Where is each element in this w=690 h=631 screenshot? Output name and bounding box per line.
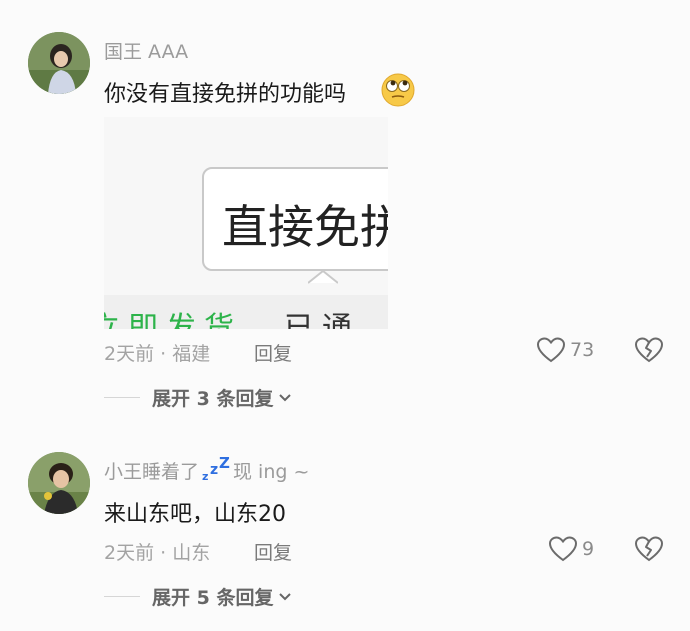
like-count: 73	[570, 339, 595, 361]
comment-text: 来山东吧，山东20	[104, 502, 286, 527]
like-button[interactable]: 9	[548, 535, 594, 563]
username-suffix: 现 ing ~	[233, 461, 310, 483]
broken-heart-icon	[634, 337, 664, 363]
expand-replies-label: 展开 3 条回复	[152, 388, 274, 410]
avatar[interactable]	[28, 32, 90, 94]
chevron-down-icon	[279, 592, 292, 600]
zzz-icon: z z Z	[202, 456, 230, 482]
expand-replies-button[interactable]: 展开 3 条回复	[104, 384, 293, 411]
comment-body: 你没有直接免拼的功能吗	[104, 82, 347, 107]
broken-heart-icon	[634, 536, 664, 562]
expand-replies-button[interactable]: 展开 5 条回复	[104, 583, 293, 610]
comment-time: 2天前	[104, 542, 155, 564]
divider	[104, 596, 140, 597]
image-main-text: 直接免拼	[222, 200, 388, 254]
meta-separator: ·	[160, 343, 167, 365]
dislike-button[interactable]	[634, 336, 664, 364]
reply-button[interactable]: 回复	[254, 538, 292, 565]
comment-meta: 2天前 · 福建	[104, 339, 210, 366]
username-text: 小王睡着了	[104, 461, 200, 483]
expand-replies-label: 展开 5 条回复	[152, 587, 274, 609]
meta-separator: ·	[160, 542, 167, 564]
comment-text: 你没有直接免拼的功能吗	[104, 76, 346, 108]
comment-image[interactable]: 直接免拼 立即发货 已通	[104, 117, 388, 329]
image-text-box: 直接免拼	[202, 167, 388, 271]
tooltip-arrow-icon	[308, 269, 338, 284]
comment-meta: 2天前 · 山东	[104, 538, 210, 565]
image-green-text: 立即发货	[104, 311, 242, 329]
avatar[interactable]	[28, 452, 90, 514]
chevron-down-icon	[279, 393, 292, 401]
comment-location: 山东	[172, 542, 211, 564]
comment-username[interactable]: 国王 AAA	[104, 37, 188, 64]
comment-time: 2天前	[104, 343, 155, 365]
image-gray-text: 已通	[284, 311, 360, 329]
divider	[104, 397, 140, 398]
like-count: 9	[582, 538, 595, 560]
svg-text:Z: Z	[219, 456, 230, 472]
svg-text:z: z	[210, 462, 218, 478]
svg-text:z: z	[202, 470, 208, 482]
dislike-button[interactable]	[634, 535, 664, 563]
rolling-eyes-emoji-icon	[380, 72, 416, 112]
heart-icon	[548, 536, 578, 562]
comment-username[interactable]: 小王睡着了 z z Z 现 ing ~	[104, 456, 309, 484]
reply-button[interactable]: 回复	[254, 339, 292, 366]
like-button[interactable]: 73	[536, 336, 594, 364]
heart-icon	[536, 337, 566, 363]
comment-location: 福建	[172, 343, 211, 365]
